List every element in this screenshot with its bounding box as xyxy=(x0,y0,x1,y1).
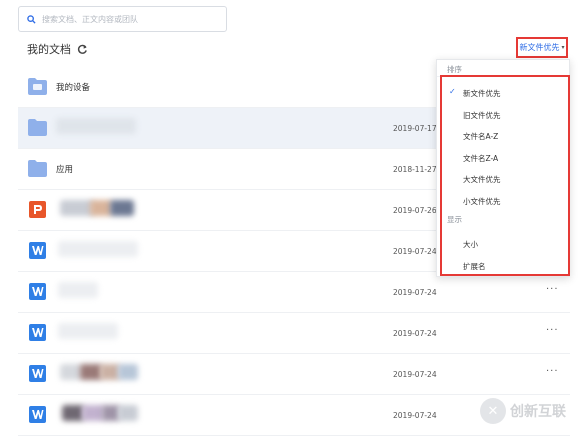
blurred-name xyxy=(118,364,138,380)
file-name: 我的设备 xyxy=(56,83,91,93)
blurred-name xyxy=(90,200,112,216)
sort-dropdown-button[interactable]: 新文件优先 ▾ xyxy=(516,37,568,58)
search-input[interactable]: 搜索文档、正文内容或团队 xyxy=(18,6,227,32)
file-row-doc[interactable]: 2019-07-24 ··· xyxy=(18,354,570,395)
sort-button-label: 新文件优先 xyxy=(519,43,560,52)
file-row-doc[interactable]: 2019-07-24 ··· xyxy=(18,272,570,313)
more-options-icon[interactable]: ··· xyxy=(546,284,559,295)
file-date: 2019-07-17 xyxy=(393,124,437,133)
blurred-name xyxy=(110,200,134,216)
divider xyxy=(437,76,569,77)
presentation-file-icon xyxy=(29,201,46,218)
folder-icon xyxy=(28,78,47,95)
file-date: 2019-07-24 xyxy=(393,329,437,338)
file-date: 2018-11-27 xyxy=(393,165,437,174)
watermark: ✕ 创新互联 xyxy=(480,398,566,424)
more-options-icon[interactable]: ··· xyxy=(546,325,559,336)
blurred-name xyxy=(58,282,98,298)
blurred-name xyxy=(118,405,138,421)
sort-option[interactable]: 旧文件优先 xyxy=(463,110,501,121)
sort-group-label: 排序 xyxy=(447,65,462,74)
blurred-name xyxy=(100,364,120,380)
search-icon xyxy=(27,14,36,24)
blurred-name xyxy=(60,200,94,216)
blurred-name xyxy=(60,364,82,380)
folder-icon xyxy=(28,119,47,136)
sort-option[interactable]: 大文件优先 xyxy=(463,174,501,185)
blurred-name xyxy=(80,364,102,380)
caret-down-icon: ▾ xyxy=(561,44,565,51)
document-file-icon xyxy=(29,283,46,300)
blurred-name xyxy=(56,118,136,134)
display-group-label: 显示 xyxy=(447,215,462,224)
display-option[interactable]: 扩展名 xyxy=(463,261,486,272)
folder-icon xyxy=(28,160,47,177)
sort-option[interactable]: 文件名A-Z xyxy=(463,131,498,142)
document-file-icon xyxy=(29,242,46,259)
sort-dropdown-menu: 排序 ✓ 新文件优先 旧文件优先 文件名A-Z 文件名Z-A 大文件优先 小文件… xyxy=(436,59,570,277)
document-file-icon xyxy=(29,324,46,341)
document-file-icon xyxy=(29,406,46,423)
page-title-bar: 我的文档 xyxy=(27,41,88,57)
blurred-name xyxy=(58,241,138,257)
file-name: 应用 xyxy=(56,165,74,175)
page-title: 我的文档 xyxy=(27,43,71,56)
search-placeholder: 搜索文档、正文内容或团队 xyxy=(42,14,138,24)
check-icon: ✓ xyxy=(449,87,456,96)
file-date: 2019-07-24 xyxy=(393,411,437,420)
file-date: 2019-07-24 xyxy=(393,247,437,256)
sort-option[interactable]: 小文件优先 xyxy=(463,196,501,207)
file-row-doc[interactable]: 2019-07-24 ··· xyxy=(18,313,570,354)
refresh-icon[interactable] xyxy=(77,44,88,55)
file-date: 2019-07-26 xyxy=(393,206,437,215)
sort-option[interactable]: 新文件优先 xyxy=(463,88,501,99)
blurred-name xyxy=(82,405,104,421)
file-date: 2019-07-24 xyxy=(393,370,437,379)
file-date: 2019-07-24 xyxy=(393,288,437,297)
sort-option[interactable]: 文件名Z-A xyxy=(463,153,498,164)
more-options-icon[interactable]: ··· xyxy=(546,366,559,377)
blurred-name xyxy=(58,323,118,339)
watermark-text: 创新互联 xyxy=(510,404,566,420)
display-option[interactable]: 大小 xyxy=(463,239,478,250)
document-file-icon xyxy=(29,365,46,382)
blurred-name xyxy=(62,405,84,421)
watermark-logo-icon: ✕ xyxy=(480,398,506,424)
